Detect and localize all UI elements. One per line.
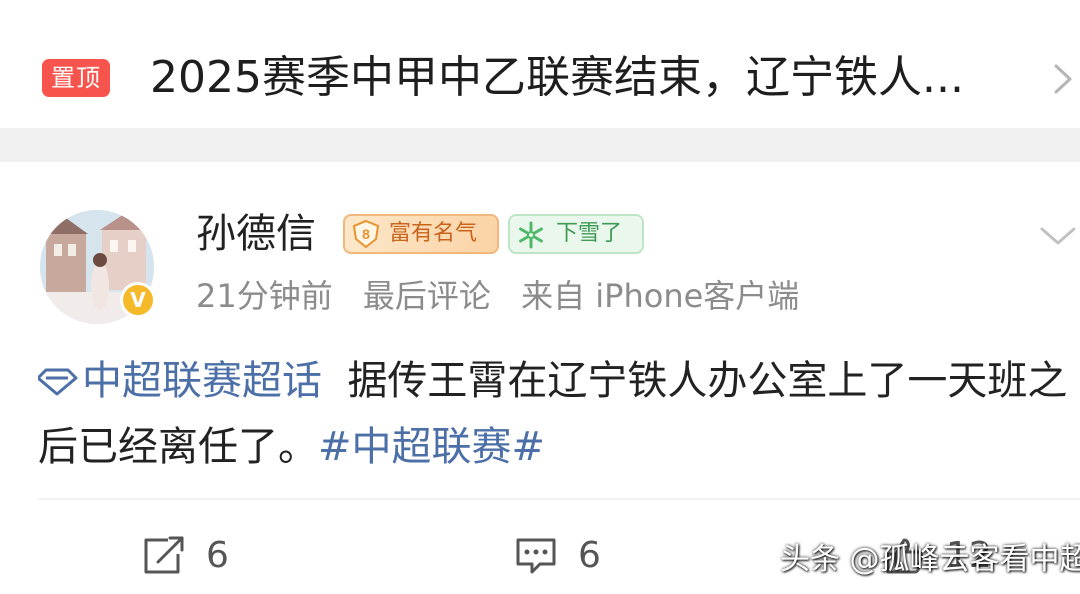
post-source: 来自 iPhone客户端 [521, 277, 800, 315]
divider [38, 498, 1080, 500]
fame-level-number: 8 [362, 226, 370, 242]
post-card: V 孙德信 8 富有名气 下雪了 21分钟前 最后评论 来自 iPhone客户端… [0, 162, 1080, 594]
post-meta: 21分钟前 最后评论 来自 iPhone客户端 [196, 274, 819, 318]
repost-count: 6 [206, 535, 229, 576]
repost-button[interactable]: 6 [142, 532, 262, 580]
weather-badge-label: 下雪了 [556, 221, 623, 246]
last-comment-label: 最后评论 [362, 277, 491, 315]
weibo-feed-screen: 置顶 2025赛季中甲中乙联赛结束，辽宁铁人... V 孙德信 8 富有名气 下… [0, 0, 1080, 594]
super-topic-label: 中超联赛超话 [82, 358, 322, 404]
pinned-post-row[interactable]: 置顶 2025赛季中甲中乙联赛结束，辽宁铁人... [0, 0, 1080, 128]
hashtag-link[interactable]: #中超联赛# [318, 424, 545, 470]
pinned-post-title[interactable]: 2025赛季中甲中乙联赛结束，辽宁铁人... [150, 48, 1030, 108]
post-body: 中超联赛超话 据传王霄在辽宁铁人办公室上了一天班之后已经离任了。#中超联赛# [38, 348, 1068, 480]
chevron-down-icon[interactable] [1038, 224, 1078, 248]
watermark: 头条 @孤峰云客看中超 [780, 542, 1080, 577]
super-topic-link[interactable]: 中超联赛超话 [38, 358, 322, 404]
section-separator [0, 128, 1080, 162]
chevron-right-icon[interactable] [1050, 62, 1076, 96]
fame-badge-label: 富有名气 [389, 221, 478, 246]
comment-count: 6 [578, 535, 601, 576]
snowflake-icon [519, 221, 543, 249]
level-shield-icon: 8 [352, 219, 380, 249]
post-time: 21分钟前 [196, 277, 333, 315]
comment-button[interactable]: 6 [514, 532, 634, 580]
diamond-icon [38, 368, 78, 396]
comment-icon [516, 538, 556, 574]
fame-badge[interactable]: 8 富有名气 [343, 214, 499, 254]
weather-badge[interactable]: 下雪了 [508, 214, 644, 254]
username[interactable]: 孙德信 [196, 208, 316, 260]
repost-icon [144, 536, 184, 574]
verified-badge-icon: V [120, 282, 156, 318]
pinned-badge: 置顶 [42, 59, 110, 97]
